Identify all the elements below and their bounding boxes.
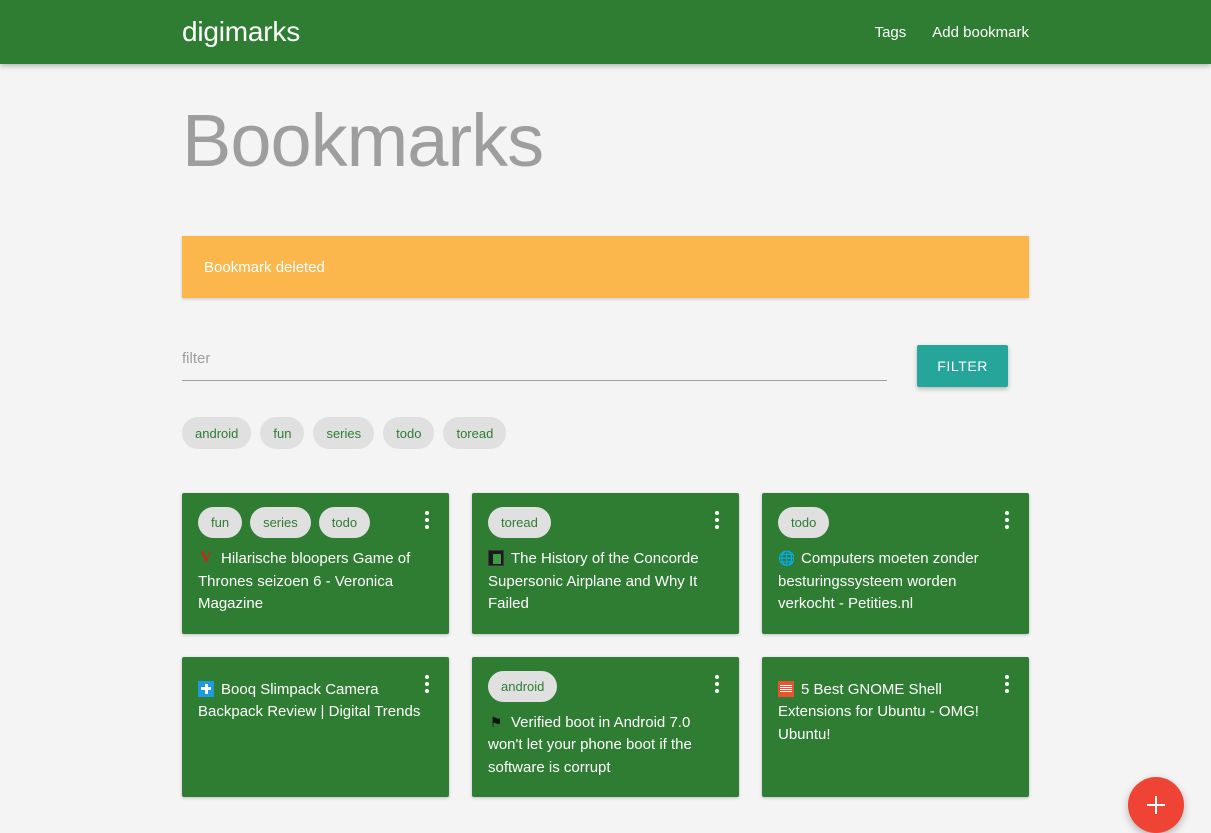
flash-message: Bookmark deleted <box>182 236 1029 298</box>
page-container: Bookmarks Bookmark deleted FILTER androi… <box>0 64 1211 813</box>
bookmark-title: 5 Best GNOME Shell Extensions for Ubuntu… <box>778 681 979 743</box>
bookmark-options-menu-icon[interactable] <box>995 507 1019 533</box>
app-bar: digimarks Tags Add bookmark <box>0 0 1211 64</box>
bookmark-link[interactable]: 🌐Computers moeten zonder besturingssyste… <box>778 548 1013 616</box>
nav-link-add-bookmark[interactable]: Add bookmark <box>932 24 1029 41</box>
bookmark-link[interactable]: Booq Slimpack Camera Backpack Review | D… <box>198 679 433 724</box>
bookmark-tag-chip[interactable]: todo <box>778 507 829 538</box>
flag-favicon: ⚑ <box>488 714 504 730</box>
flash-message-text: Bookmark deleted <box>204 259 325 276</box>
digitaltrends-favicon <box>198 681 214 697</box>
bookmark-options-menu-icon[interactable] <box>415 671 439 697</box>
tag-chip-toread[interactable]: toread <box>443 417 506 449</box>
tag-chip-fun[interactable]: fun <box>260 417 304 449</box>
brand-logo[interactable]: digimarks <box>182 0 300 64</box>
tag-filter-list: android fun series todo toread <box>182 417 1029 449</box>
bookmark-tag-chip[interactable]: fun <box>198 507 242 538</box>
add-bookmark-fab[interactable] <box>1128 777 1184 833</box>
bookmark-title: The History of the Concorde Supersonic A… <box>488 550 699 612</box>
tag-chip-todo[interactable]: todo <box>383 417 434 449</box>
bookmark-options-menu-icon[interactable] <box>995 671 1019 697</box>
bookmark-link[interactable]: 5 Best GNOME Shell Extensions for Ubuntu… <box>778 679 1013 747</box>
content-column: Bookmarks Bookmark deleted FILTER androi… <box>182 64 1029 797</box>
tag-chip-series[interactable]: series <box>313 417 374 449</box>
nav-link-tags[interactable]: Tags <box>875 24 907 41</box>
filter-row: FILTER <box>182 343 1029 405</box>
bookmark-card[interactable]: android ⚑Verified boot in Android 7.0 wo… <box>472 657 739 798</box>
bookmark-options-menu-icon[interactable] <box>415 507 439 533</box>
veronica-favicon: V <box>198 550 214 566</box>
bookmark-card[interactable]: todo 🌐Computers moeten zonder besturings… <box>762 493 1029 634</box>
globe-favicon: 🌐 <box>778 550 794 566</box>
bookmark-card-tags: fun series todo <box>198 507 433 538</box>
bookmark-title: Booq Slimpack Camera Backpack Review | D… <box>198 681 420 721</box>
bookmark-link[interactable]: ⚑Verified boot in Android 7.0 won't let … <box>488 712 723 780</box>
bookmark-card[interactable]: 5 Best GNOME Shell Extensions for Ubuntu… <box>762 657 1029 798</box>
bookmark-card-tags: toread <box>488 507 723 538</box>
primary-nav: Tags Add bookmark <box>875 0 1029 64</box>
filter-input[interactable] <box>182 343 887 381</box>
bookmark-card[interactable]: Booq Slimpack Camera Backpack Review | D… <box>182 657 449 798</box>
page-title: Bookmarks <box>182 64 1029 178</box>
bookmark-title: Computers moeten zonder besturingssystee… <box>778 550 979 612</box>
bookmark-options-menu-icon[interactable] <box>705 671 729 697</box>
bookmark-card[interactable]: fun series todo VHilarische bloopers Gam… <box>182 493 449 634</box>
bookmark-card[interactable]: toread The History of the Concorde Super… <box>472 493 739 634</box>
bookmark-tag-chip[interactable]: toread <box>488 507 551 538</box>
tag-chip-android[interactable]: android <box>182 417 251 449</box>
bookmark-tag-chip[interactable]: series <box>250 507 311 538</box>
bookmark-card-tags: android <box>488 671 723 702</box>
bookmark-title: Verified boot in Android 7.0 won't let y… <box>488 714 692 776</box>
bookmark-link[interactable]: The History of the Concorde Supersonic A… <box>488 548 723 616</box>
thoughtco-favicon <box>488 550 504 566</box>
filter-input-wrapper <box>182 343 887 381</box>
omgubuntu-favicon <box>778 681 794 697</box>
bookmark-link[interactable]: VHilarische bloopers Game of Thrones sei… <box>198 548 433 616</box>
bookmark-grid: fun series todo VHilarische bloopers Gam… <box>182 493 1029 797</box>
app-bar-inner: digimarks Tags Add bookmark <box>182 0 1029 64</box>
filter-button[interactable]: FILTER <box>917 345 1008 387</box>
bookmark-tag-chip[interactable]: todo <box>319 507 370 538</box>
bookmark-title: Hilarische bloopers Game of Thrones seiz… <box>198 550 410 612</box>
bookmark-card-tags: todo <box>778 507 1013 538</box>
bookmark-tag-chip[interactable]: android <box>488 671 557 702</box>
bookmark-options-menu-icon[interactable] <box>705 507 729 533</box>
